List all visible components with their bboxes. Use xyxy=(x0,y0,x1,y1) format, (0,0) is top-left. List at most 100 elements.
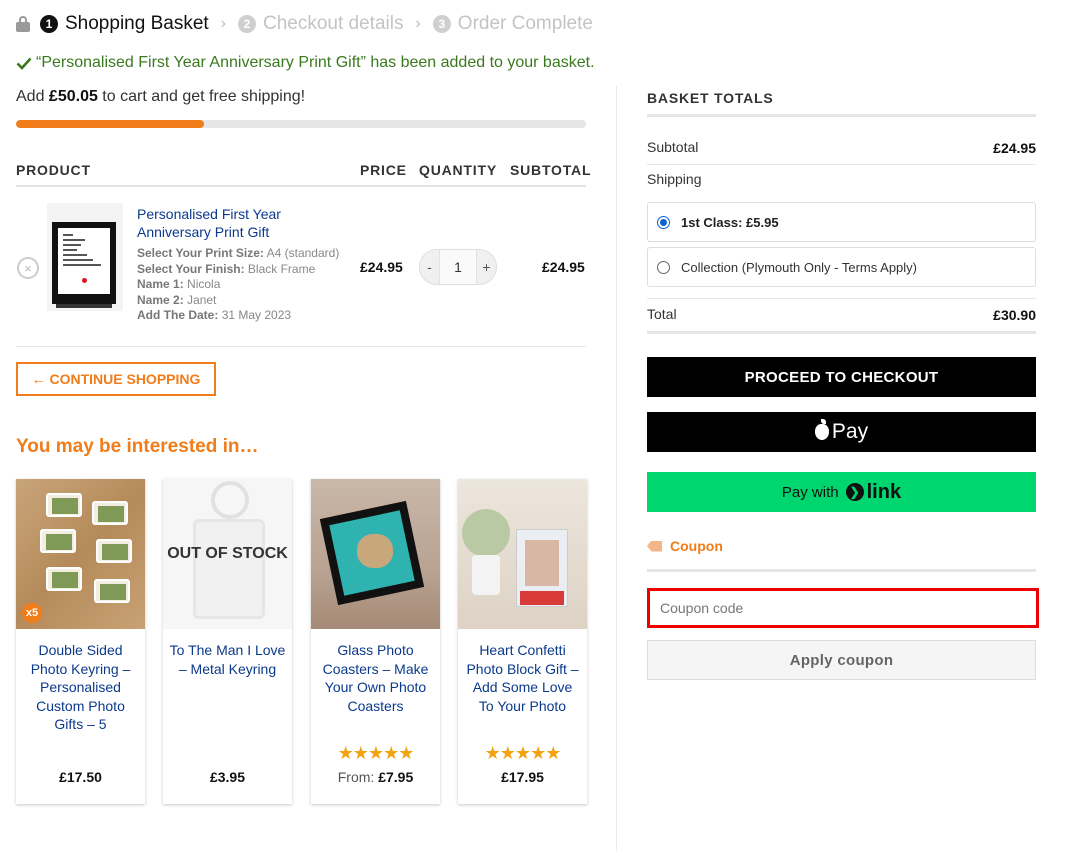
chevron-right-icon: › xyxy=(220,15,226,32)
divider xyxy=(647,164,1036,165)
product-card[interactable]: OUT OF STOCK To The Man I Love – Metal K… xyxy=(163,479,292,804)
item-subtotal: £24.95 xyxy=(542,259,585,275)
step-number: 2 xyxy=(238,15,256,33)
product-price: £17.95 xyxy=(458,769,587,785)
cross-sells-title: You may be interested in… xyxy=(16,436,259,457)
apple-pay-button[interactable]: Pay xyxy=(647,412,1036,452)
header-subtotal: SUBTOTAL xyxy=(510,162,592,178)
meta-key: Select Your Finish: xyxy=(137,261,245,276)
shipping-prefix: Add xyxy=(16,88,49,105)
product-image[interactable] xyxy=(311,479,440,629)
product-title-link[interactable]: Heart Confetti Photo Block Gift – Add So… xyxy=(464,641,581,715)
step-checkout-details[interactable]: 2 Checkout details xyxy=(238,13,403,35)
divider xyxy=(647,114,1036,117)
product-title-link[interactable]: Glass Photo Coasters – Make Your Own Pho… xyxy=(317,641,434,715)
shipping-amount: £50.05 xyxy=(48,88,98,105)
link-prefix: Pay with xyxy=(781,483,839,501)
divider xyxy=(647,298,1036,299)
pay-with-link-button[interactable]: Pay with ❯ link xyxy=(647,472,1036,512)
meta-key: Name 2: xyxy=(137,292,184,307)
product-title-link[interactable]: To The Man I Love – Metal Keyring xyxy=(169,641,286,678)
meta-key: Add The Date: xyxy=(137,308,219,322)
apple-pay-label: Pay xyxy=(831,420,869,443)
apply-coupon-button[interactable]: Apply coupon xyxy=(647,640,1036,680)
column-divider xyxy=(616,86,617,851)
checkmark-icon xyxy=(16,57,32,70)
meta-value: Black Frame xyxy=(247,261,316,276)
link-logo: link xyxy=(866,480,902,503)
product-card[interactable]: Glass Photo Coasters – Make Your Own Pho… xyxy=(311,479,440,804)
step-label: Shopping Basket xyxy=(65,13,209,34)
item-price: £24.95 xyxy=(360,259,403,275)
product-price: £17.50 xyxy=(16,769,145,785)
radio-button[interactable] xyxy=(657,215,670,229)
price-value: £17.50 xyxy=(59,769,102,785)
progress-fill xyxy=(16,120,205,128)
step-order-complete: 3 Order Complete xyxy=(432,13,593,35)
divider xyxy=(647,331,1036,334)
product-image[interactable]: OUT OF STOCK xyxy=(163,479,292,629)
basket-totals-title: BASKET TOTALS xyxy=(647,90,774,106)
quantity-input[interactable]: 1 xyxy=(440,259,476,275)
price-value: £3.95 xyxy=(209,769,246,785)
product-options: Select Your Print Size: A4 (standard) Se… xyxy=(137,246,339,324)
continue-shopping-button[interactable]: ← CONTINUE SHOPPING xyxy=(16,362,216,396)
total-value: £30.90 xyxy=(993,307,1036,323)
star-rating: ★★★★★ xyxy=(484,743,562,763)
meta-value: Nicola xyxy=(187,277,221,291)
product-title-link[interactable]: Double Sided Photo Keyring – Personalise… xyxy=(22,641,139,734)
out-of-stock-label: OUT OF STOCK xyxy=(163,479,292,629)
product-price: £3.95 xyxy=(163,769,292,785)
link-chevron-icon: ❯ xyxy=(845,483,864,501)
notice-text: “Personalised First Year Anniversary Pri… xyxy=(36,54,595,71)
quantity-stepper: - 1 + xyxy=(419,249,497,285)
meta-value: A4 (standard) xyxy=(266,246,340,260)
shipping-option-label: 1st Class: £5.95 xyxy=(681,214,779,230)
divider xyxy=(16,346,586,347)
checkout-steps: 1 Shopping Basket › 2 Checkout details ›… xyxy=(16,12,593,36)
quantity-badge: x5 xyxy=(22,603,42,623)
added-to-basket-notice: “Personalised First Year Anniversary Pri… xyxy=(16,54,595,72)
price-from: From: xyxy=(337,769,379,785)
divider xyxy=(16,185,586,187)
header-price: PRICE xyxy=(360,162,407,178)
coupon-code-input[interactable] xyxy=(647,588,1039,628)
total-label: Total xyxy=(647,306,677,322)
product-card[interactable]: x5 Double Sided Photo Keyring – Personal… xyxy=(16,479,145,804)
shipping-option-label: Collection (Plymouth Only - Terms Apply) xyxy=(681,259,918,275)
price-value: £7.95 xyxy=(378,769,414,785)
quantity-increase-button[interactable]: + xyxy=(476,250,496,284)
meta-value: 31 May 2023 xyxy=(221,308,292,322)
quantity-decrease-button[interactable]: - xyxy=(420,250,440,284)
product-card[interactable]: Heart Confetti Photo Block Gift – Add So… xyxy=(458,479,587,804)
shipping-label: Shipping xyxy=(647,171,702,187)
shipping-option-collection[interactable]: Collection (Plymouth Only - Terms Apply) xyxy=(647,247,1036,287)
header-product: PRODUCT xyxy=(16,162,91,178)
meta-value: Janet xyxy=(187,292,217,307)
header-quantity: QUANTITY xyxy=(419,162,497,178)
product-image[interactable] xyxy=(458,479,587,629)
coupon-label: Coupon xyxy=(670,538,723,554)
meta-key: Name 1: xyxy=(137,277,184,291)
shipping-suffix: to cart and get free shipping! xyxy=(97,88,306,105)
price-value: £17.95 xyxy=(501,769,544,785)
free-shipping-message: Add £50.05 to cart and get free shipping… xyxy=(16,88,305,106)
apple-logo-icon xyxy=(814,419,829,440)
free-shipping-progress xyxy=(16,120,586,128)
tag-icon xyxy=(647,540,662,552)
subtotal-label: Subtotal xyxy=(647,139,699,155)
step-shopping-basket[interactable]: 1 Shopping Basket xyxy=(40,13,209,35)
star-rating: ★★★★★ xyxy=(337,743,415,763)
product-name-link[interactable]: Personalised First Year Anniversary Prin… xyxy=(137,205,307,241)
product-price: From: £7.95 xyxy=(311,769,440,785)
product-thumbnail[interactable] xyxy=(47,203,123,311)
chevron-right-icon: › xyxy=(415,15,421,32)
shipping-option-first-class[interactable]: 1st Class: £5.95 xyxy=(647,202,1036,242)
product-image[interactable]: x5 xyxy=(16,479,145,629)
radio-button[interactable] xyxy=(657,260,670,274)
proceed-to-checkout-button[interactable]: PROCEED TO CHECKOUT xyxy=(647,357,1036,397)
step-label: Order Complete xyxy=(457,13,593,34)
remove-item-button[interactable]: × xyxy=(17,257,39,279)
coupon-toggle[interactable]: Coupon xyxy=(647,538,723,554)
step-number: 1 xyxy=(40,15,58,33)
